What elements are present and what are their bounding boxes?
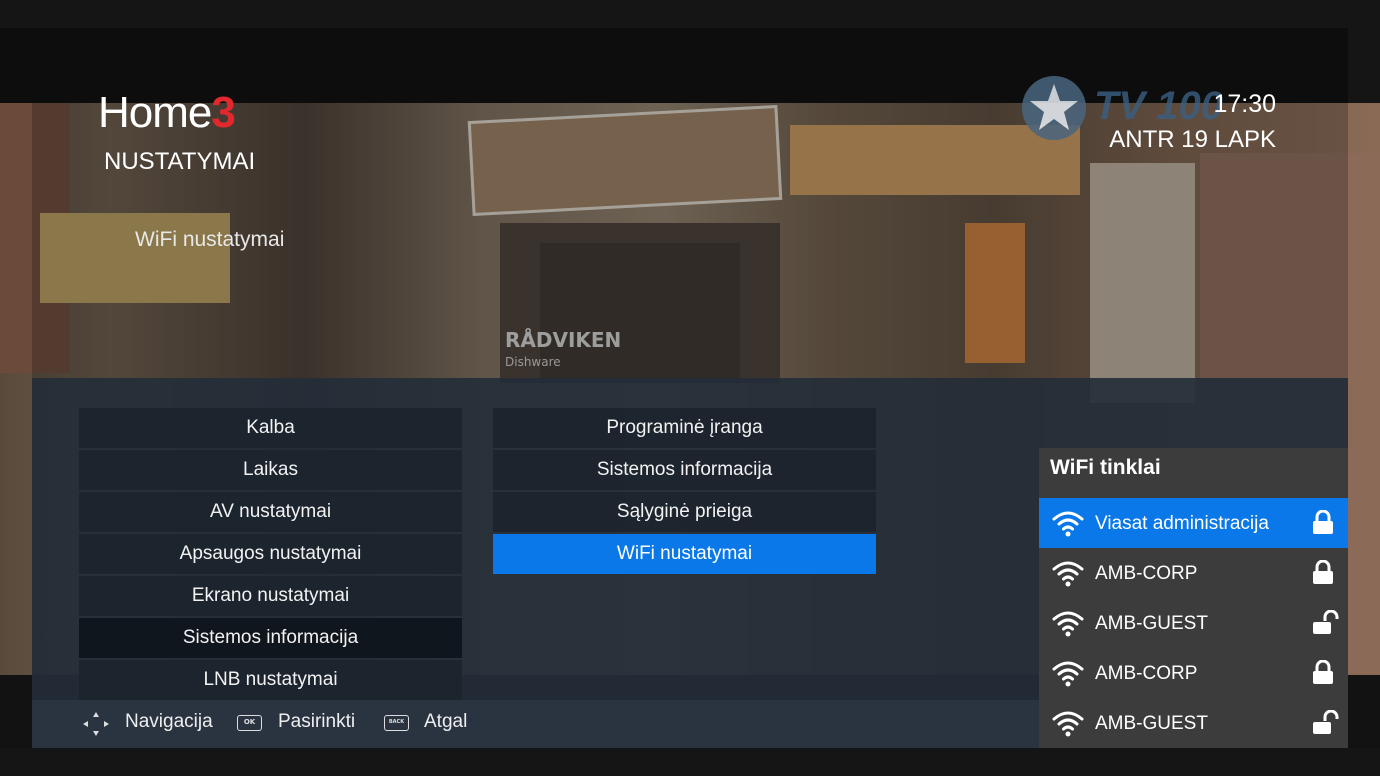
wifi-network-name: Viasat administracija [1095,513,1269,534]
wifi-signal-icon [1051,608,1085,642]
settings-menu-column-1: Kalba Laikas AV nustatymai Apsaugos nustaty… [79,408,462,702]
logo-number: 3 [211,88,236,137]
settings-menu-column-2: Programinė įranga Sistemos informacija Sąl… [493,408,876,576]
section-title: NUSTATYMAI [104,148,256,175]
channel-star-icon [1022,76,1086,140]
menu-item[interactable]: Laikas [79,450,462,490]
menu-item[interactable]: Ekrano nustatymai [79,576,462,616]
date: ANTR 19 LAPK [1109,126,1276,153]
wifi-network-name: AMB-GUEST [1095,713,1208,734]
home3-logo: Home3 [98,88,236,138]
navigation-hint: Navigacija [125,711,213,732]
menu-item[interactable]: Kalba [79,408,462,448]
menu-item[interactable]: LNB nustatymai [79,660,462,700]
wifi-signal-icon [1051,658,1085,692]
back-hint: Atgal [424,711,468,732]
menu-item[interactable]: WiFi nustatymai [493,534,876,574]
wifi-network-row[interactable]: AMB-CORP [1039,648,1348,698]
clock: 17:30 [1213,90,1276,118]
wifi-panel-title: WiFi tinklai [1050,456,1161,479]
lock-closed-icon [1311,559,1335,590]
select-hint: Pasirinkti [278,711,356,732]
lock-open-icon [1311,709,1339,740]
menu-item[interactable]: Apsaugos nustatymai [79,534,462,574]
wifi-network-row[interactable]: AMB-GUEST [1039,698,1348,748]
menu-item[interactable]: Sistemos informacija [493,450,876,490]
wifi-signal-icon [1051,508,1085,542]
menu-item[interactable]: Sistemos informacija [79,618,462,658]
lock-closed-icon [1311,659,1335,690]
lock-open-icon [1311,609,1339,640]
wifi-network-row[interactable]: AMB-CORP [1039,548,1348,598]
wifi-networks-panel: WiFi tinklai Viasat administracija AMB-CO… [1039,448,1348,748]
wifi-network-row[interactable]: AMB-GUEST [1039,598,1348,648]
wifi-network-name: AMB-CORP [1095,663,1198,684]
lock-closed-icon [1311,509,1335,540]
footer-hints: Navigacija OK Pasirinkti BACK Atgal [32,700,1039,748]
menu-item[interactable]: AV nustatymai [79,492,462,532]
current-item-label: WiFi nustatymai [135,228,285,251]
dpad-navigation-icon [82,711,110,741]
ok-key-icon: OK [237,715,262,731]
logo-text: Home [98,88,212,137]
back-key-icon: BACK [384,715,409,731]
menu-item[interactable]: Programinė įranga [493,408,876,448]
wifi-signal-icon [1051,708,1085,742]
menu-item[interactable]: Sąlyginė prieiga [493,492,876,532]
wifi-network-name: AMB-GUEST [1095,613,1208,634]
wifi-signal-icon [1051,558,1085,592]
tv-screen: RÅDVIKEN Dishware Home3 NUSTATYMAI WiFi … [0,0,1380,776]
wifi-network-row[interactable]: Viasat administracija [1039,498,1348,548]
wifi-network-name: AMB-CORP [1095,563,1198,584]
